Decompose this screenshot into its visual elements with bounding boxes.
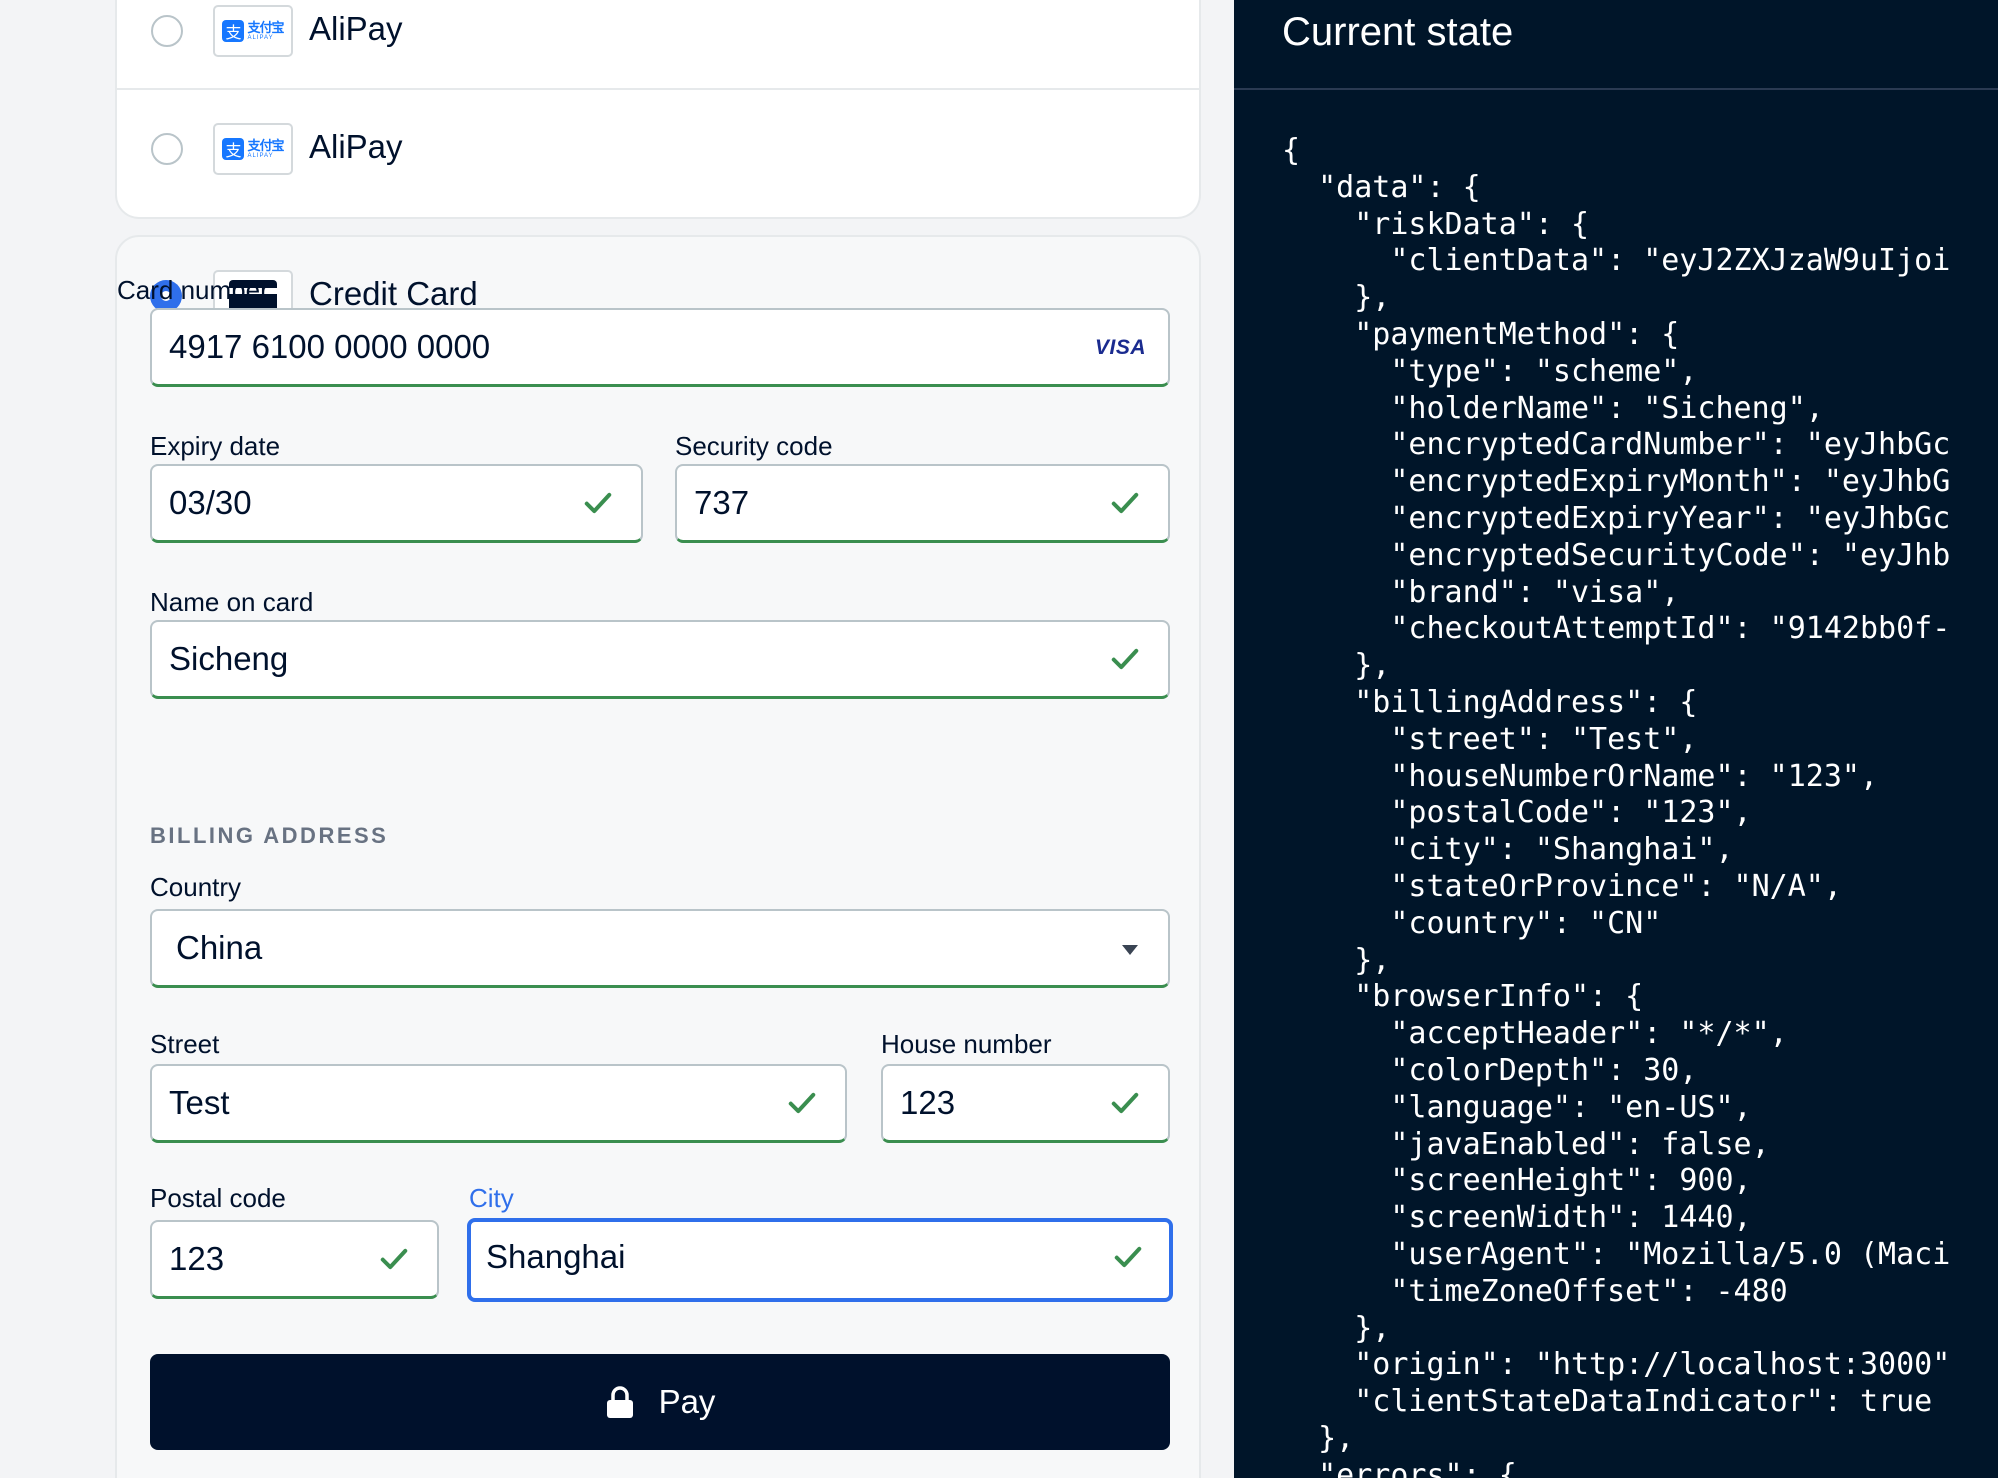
card-number-label: Card number: [117, 275, 269, 305]
code-line: "clientData": "eyJ2ZXJzaW9uIjoi: [1282, 243, 1951, 279]
expiry-date-value: 03/30: [169, 484, 252, 521]
name-on-card-input[interactable]: Sicheng: [150, 620, 1170, 699]
code-line: "houseNumberOrName": "123",: [1282, 758, 1879, 794]
credit-card-panel: Credit Card Card number 4917 6100 0000 0…: [115, 235, 1201, 1478]
code-line: },: [1282, 1310, 1391, 1346]
code-line: "brand": "visa",: [1282, 574, 1680, 610]
payment-method-alipay-2[interactable]: 支 支付宝 ALIPAY AliPay: [117, 90, 1199, 208]
checkmark-icon: [380, 1248, 408, 1270]
code-line: "checkoutAttemptId": "9142bb0f-: [1282, 611, 1951, 647]
state-panel-title: Current state: [1282, 10, 1514, 54]
postal-code-input[interactable]: 123: [150, 1220, 439, 1299]
name-on-card-value: Sicheng: [169, 640, 289, 677]
alipay-logo-en: ALIPAY: [247, 34, 274, 41]
alipay-logo-cn: 支付宝: [247, 20, 284, 36]
code-line: "userAgent": "Mozilla/5.0 (Maci: [1282, 1236, 1951, 1272]
payment-method-alipay-1[interactable]: 支 支付宝 ALIPAY AliPay: [117, 0, 1199, 90]
chevron-down-icon: [1122, 945, 1138, 955]
radio-button[interactable]: [151, 133, 183, 165]
state-json-code: { "data": { "riskData": { "clientData": …: [1282, 133, 1954, 1478]
code-line: "country": "CN": [1282, 905, 1662, 941]
expiry-date-input[interactable]: 03/30: [150, 464, 643, 543]
checkmark-icon: [788, 1092, 816, 1114]
code-line: "screenWidth": 1440,: [1282, 1200, 1752, 1236]
checkmark-icon: [584, 492, 612, 514]
code-line: "javaEnabled": false,: [1282, 1126, 1770, 1162]
country-value: China: [176, 929, 263, 966]
country-select[interactable]: China: [150, 909, 1170, 988]
name-on-card-label: Name on card: [150, 587, 314, 617]
code-line: "encryptedExpiryYear": "eyJhbGc: [1282, 500, 1951, 536]
payment-method-list: 支 支付宝 ALIPAY AliPay 支 支付宝 ALIPAY AliPay: [115, 0, 1201, 219]
street-label: Street: [150, 1029, 220, 1059]
code-line: "encryptedCardNumber": "eyJhbGc: [1282, 427, 1951, 463]
code-line: },: [1282, 648, 1391, 684]
code-line: },: [1282, 942, 1391, 978]
code-line: "type": "scheme",: [1282, 353, 1698, 389]
expiry-date-label: Expiry date: [150, 431, 281, 461]
code-line: "origin": "http://localhost:3000": [1282, 1347, 1951, 1383]
code-line: "browserInfo": {: [1282, 979, 1644, 1015]
house-number-input[interactable]: 123: [881, 1064, 1170, 1143]
code-line: "encryptedExpiryMonth": "eyJhbG: [1282, 464, 1951, 500]
code-line: "paymentMethod": {: [1282, 316, 1680, 352]
code-line: "riskData": {: [1282, 206, 1590, 242]
code-line: "city": "Shanghai",: [1282, 832, 1734, 868]
security-code-input[interactable]: 737: [675, 464, 1170, 543]
code-line: "screenHeight": 900,: [1282, 1163, 1752, 1199]
payment-method-label: AliPay: [309, 10, 403, 47]
postal-code-label: Postal code: [150, 1183, 286, 1213]
checkmark-icon: [1111, 648, 1139, 670]
street-input[interactable]: Test: [150, 1064, 847, 1143]
code-line: "language": "en-US",: [1282, 1089, 1752, 1125]
code-line: },: [1282, 280, 1391, 316]
code-line: "postalCode": "123",: [1282, 795, 1752, 831]
security-code-value: 737: [694, 484, 750, 521]
city-input[interactable]: Shanghai: [467, 1218, 1173, 1302]
pay-button-label: Pay: [658, 1383, 716, 1420]
code-line: "clientStateDataIndicator": true: [1282, 1384, 1933, 1420]
code-line: "billingAddress": {: [1282, 684, 1698, 720]
lock-icon: [606, 1386, 633, 1418]
alipay-icon: 支: [222, 20, 245, 42]
code-line: },: [1282, 1420, 1355, 1456]
alipay-logo: 支 支付宝 ALIPAY: [213, 123, 293, 175]
code-line: {: [1282, 133, 1301, 168]
house-number-value: 123: [900, 1084, 956, 1121]
visa-icon: VISA: [1094, 336, 1146, 359]
checkmark-icon: [1111, 492, 1139, 514]
city-label: City: [469, 1183, 514, 1213]
code-line: "street": "Test",: [1282, 721, 1698, 757]
code-line: "stateOrProvince": "N/A",: [1282, 868, 1842, 904]
card-number-input[interactable]: 4917 6100 0000 0000 VISA: [150, 308, 1170, 387]
city-value: Shanghai: [486, 1238, 626, 1275]
alipay-logo-en: ALIPAY: [247, 152, 274, 159]
payment-area: 支 支付宝 ALIPAY AliPay 支 支付宝 ALIPAY AliPay: [0, 0, 1234, 1478]
code-line: "errors": {: [1282, 1457, 1517, 1478]
code-line: "encryptedSecurityCode": "eyJhb: [1282, 537, 1951, 573]
state-panel: Current state { "data": { "riskData": { …: [1234, 0, 1998, 1478]
alipay-icon: 支: [222, 138, 245, 160]
checkmark-icon: [1114, 1246, 1142, 1268]
country-label: Country: [150, 872, 242, 902]
house-number-label: House number: [881, 1029, 1052, 1059]
billing-address-heading: BILLING ADDRESS: [150, 823, 389, 848]
payment-method-label: AliPay: [309, 128, 403, 165]
code-line: "colorDepth": 30,: [1282, 1052, 1698, 1088]
security-code-label: Security code: [675, 431, 833, 461]
street-value: Test: [169, 1084, 230, 1121]
alipay-logo: 支 支付宝 ALIPAY: [213, 5, 293, 57]
card-number-value: 4917 6100 0000 0000: [169, 328, 491, 365]
radio-button[interactable]: [151, 15, 183, 47]
alipay-logo-cn: 支付宝: [247, 138, 284, 154]
code-line: "data": {: [1282, 169, 1481, 205]
checkmark-icon: [1111, 1092, 1139, 1114]
postal-code-value: 123: [169, 1240, 225, 1277]
code-line: "timeZoneOffset": -480: [1282, 1273, 1788, 1309]
code-line: "acceptHeader": "*/*",: [1282, 1016, 1788, 1052]
divider: [1234, 88, 1998, 90]
code-line: "holderName": "Sicheng",: [1282, 390, 1824, 426]
pay-button[interactable]: Pay: [150, 1354, 1170, 1450]
